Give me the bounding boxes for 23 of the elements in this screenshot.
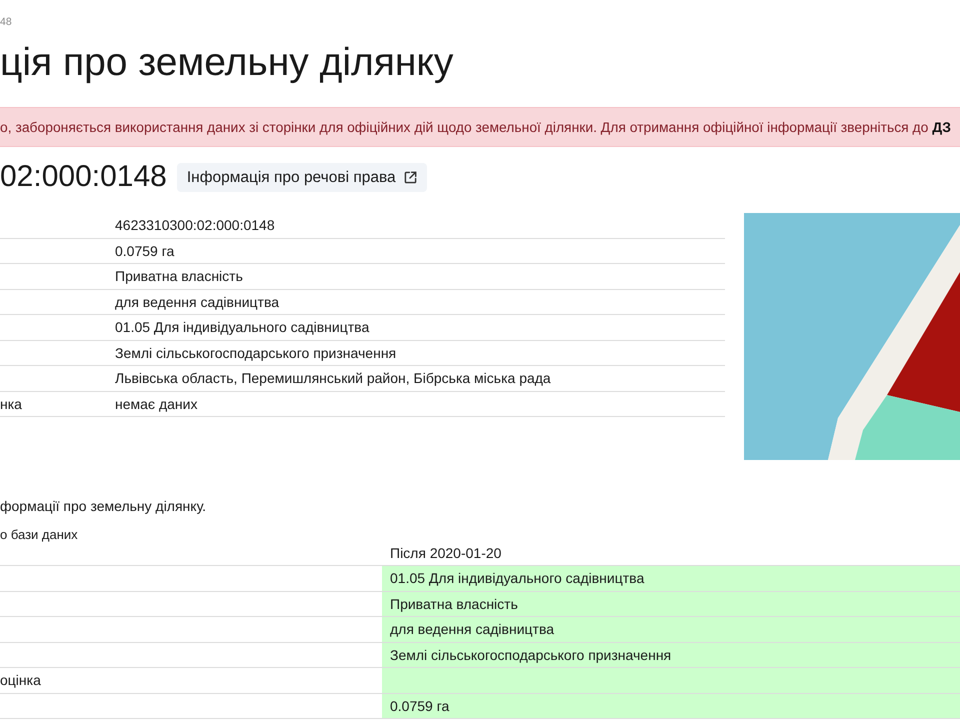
warning-alert: о, забороняється використання даних зі сторінки для офіційних дій щодо земельної ділянки. Для отримання офіційної інформації зверніться до ДЗ	[0, 107, 960, 147]
table-cell: Львівська область, Перемишлянський район, Бібрська міська рада	[107, 366, 725, 391]
table-cell: 0.0759 га	[382, 693, 960, 718]
row-label: оцінка	[0, 668, 382, 693]
rights-info-button[interactable]: Інформація про речові права	[176, 162, 427, 192]
table-cell: 0.0759 га	[107, 238, 725, 264]
table-cell: Приватна власність	[107, 264, 725, 289]
table-cell: для ведення садівництва	[107, 289, 725, 314]
breadcrumb-text: 48	[0, 16, 12, 28]
info-text: формації про земельну ділянку.	[0, 498, 206, 514]
table-cell: 4623310300:02:000:0148	[107, 213, 725, 238]
section-subtitle: о бази даних	[0, 527, 78, 543]
table-cell: 01.05 Для індивідуального садівництва	[107, 314, 725, 340]
table-cell: немає даних	[107, 391, 725, 416]
table-cell: 01.05 Для індивідуального садівництва	[382, 566, 960, 591]
table-cell: Землі сільськогосподарського призначення	[382, 642, 960, 668]
page-title: ція про земельну ділянку	[0, 40, 454, 86]
table-cell: Приватна власність	[382, 591, 960, 616]
external-link-icon	[404, 170, 417, 184]
row-label: нка	[0, 391, 107, 416]
table-cell: для ведення садівництва	[382, 616, 960, 642]
cadastral-number: 02:000:0148	[0, 159, 167, 195]
table-cell: Землі сільськогосподарського призначення	[107, 340, 725, 366]
